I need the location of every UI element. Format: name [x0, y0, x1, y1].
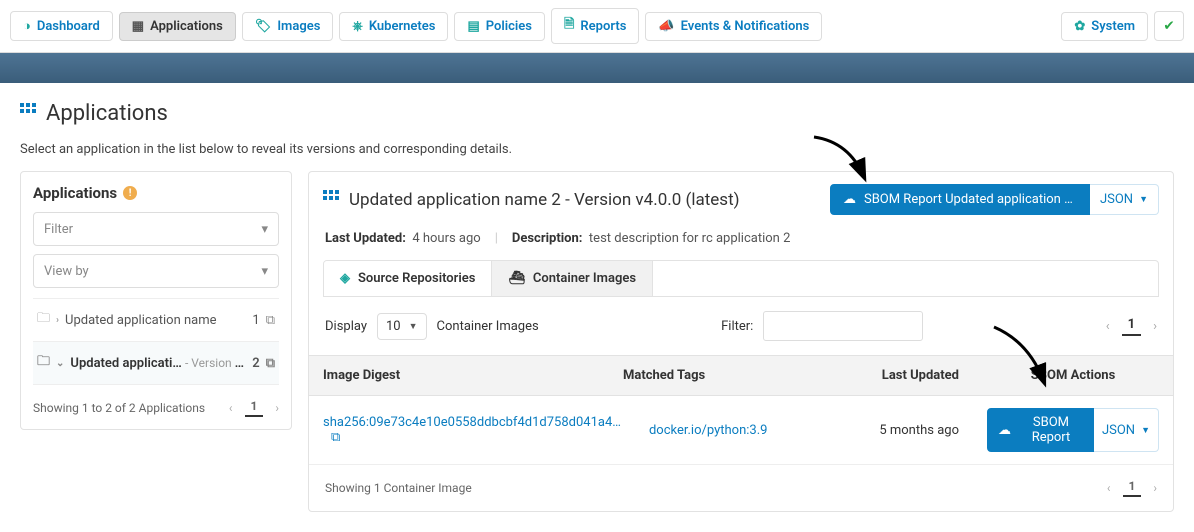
grid-icon: [323, 190, 339, 210]
pager-next[interactable]: ›: [275, 401, 279, 415]
copy-icon: ⧉: [266, 356, 275, 371]
nav-reports[interactable]: 🗎Reports: [551, 8, 639, 44]
grid-icon: ▦: [132, 19, 144, 34]
gear-icon: ✿: [1074, 19, 1085, 34]
chevron-down-icon: ▼: [409, 321, 418, 332]
app-row-selected[interactable]: 🗀 ⌄ Updated applicati… - Version v4.0.0 …: [33, 342, 279, 385]
table-header: Image Digest Matched Tags Last Updated S…: [309, 355, 1173, 396]
folder-icon: 🗀: [37, 309, 50, 331]
nav-system[interactable]: ✿System: [1061, 12, 1148, 41]
applications-sidebar: Applications ! Filter ▾ View by ▾ 🗀 › Up…: [20, 171, 292, 430]
row-sbom-button-group: ☁ SBOM Report JSON▼: [987, 408, 1159, 452]
megaphone-icon: 📣: [658, 19, 674, 34]
display-count-select[interactable]: 10▼: [377, 313, 427, 340]
cloud-download-icon: ☁: [998, 423, 1011, 438]
reports-icon: 🗎: [564, 15, 574, 37]
row-last-updated: 5 months ago: [853, 411, 973, 450]
pager-prev[interactable]: ‹: [229, 401, 233, 415]
copy-icon: ⧉: [266, 313, 275, 328]
folder-icon: 🗀: [37, 352, 50, 374]
dashboard-icon: ◑: [23, 18, 31, 34]
image-tag-link[interactable]: docker.io/python:3.9: [649, 423, 767, 438]
copy-icon[interactable]: ⧉: [331, 430, 340, 445]
table-pager-top: ‹ 1 ›: [1106, 317, 1157, 336]
main-meta: Last Updated: 4 hours ago | Description:…: [309, 227, 1173, 260]
sidebar-filter-input[interactable]: Filter ▾: [33, 212, 279, 246]
nav-images[interactable]: 🏷Images: [242, 12, 334, 41]
warning-icon: !: [123, 186, 137, 200]
images-table: Image Digest Matched Tags Last Updated S…: [309, 355, 1173, 465]
table-row: sha256:09e73c4e10e0558ddbcbf4d1d758d041a…: [309, 396, 1173, 465]
chevron-down-icon: ▼: [1141, 425, 1150, 436]
nav-dashboard[interactable]: ◑Dashboard: [10, 11, 113, 41]
app-row[interactable]: 🗀 › Updated application name 1 ⧉: [33, 299, 279, 342]
main-title: Updated application name 2 - Version v4.…: [349, 190, 820, 210]
sidebar-pager: ‹ 1 ›: [229, 399, 279, 417]
check-icon: ✔: [1163, 19, 1174, 34]
display-label: Display: [325, 319, 367, 334]
row-sbom-format-dropdown[interactable]: JSON▼: [1094, 408, 1159, 452]
sbom-format-dropdown[interactable]: JSON▼: [1090, 184, 1159, 215]
policies-icon: ▤: [467, 19, 479, 34]
tag-icon: 🏷: [255, 19, 272, 34]
sidebar-heading: Applications !: [33, 184, 279, 202]
diamond-icon: ◈: [340, 271, 350, 286]
kubernetes-icon: ⎈: [352, 19, 362, 34]
nav-policies[interactable]: ▤Policies: [454, 12, 545, 41]
nav-kubernetes[interactable]: ⎈Kubernetes: [339, 12, 448, 41]
table-pager-bottom: ‹ 1 ›: [1107, 479, 1157, 497]
pager-next[interactable]: ›: [1153, 319, 1157, 334]
container-icon: ⛴: [508, 271, 525, 286]
table-filter-input[interactable]: [763, 311, 923, 341]
main-panel: Updated application name 2 - Version v4.…: [308, 171, 1174, 512]
chevron-down-icon: ▼: [1139, 194, 1148, 205]
tab-source-repositories[interactable]: ◈Source Repositories: [324, 261, 492, 296]
pager-current: 1: [1123, 479, 1142, 497]
pager-current: 1: [245, 399, 264, 417]
chevron-down-icon: ⌄: [56, 358, 64, 369]
table-footer: Showing 1 Container Image ‹ 1 ›: [309, 465, 1173, 511]
cloud-download-icon: ☁: [843, 192, 856, 207]
page-title: Applications: [20, 101, 1174, 126]
row-sbom-report-button[interactable]: ☁ SBOM Report: [987, 408, 1094, 452]
pager-prev[interactable]: ‹: [1106, 319, 1110, 334]
filter-icon: ▾: [261, 222, 268, 237]
sidebar-footer-text: Showing 1 to 2 of 2 Applications: [33, 401, 205, 415]
pager-current: 1: [1122, 317, 1141, 336]
display-suffix: Container Images: [437, 319, 539, 334]
tab-container-images[interactable]: ⛴Container Images: [492, 261, 653, 296]
pager-next[interactable]: ›: [1153, 481, 1157, 495]
grid-icon: [20, 103, 36, 124]
chevron-right-icon: ›: [56, 315, 59, 326]
sbom-report-button[interactable]: ☁ SBOM Report Updated application name…: [830, 184, 1090, 215]
sbom-report-button-group: ☁ SBOM Report Updated application name… …: [830, 184, 1159, 215]
filter-label: Filter:: [721, 319, 753, 334]
pager-prev[interactable]: ‹: [1107, 481, 1111, 495]
image-digest-link[interactable]: sha256:09e73c4e10e0558ddbcbf4d1d758d041a…: [323, 415, 621, 430]
nav-applications[interactable]: ▦Applications: [119, 12, 236, 41]
chevron-down-icon: ▾: [261, 264, 268, 279]
page-subtitle: Select an application in the list below …: [20, 142, 1174, 157]
nav-events[interactable]: 📣Events & Notifications: [645, 12, 822, 41]
sidebar-viewby-select[interactable]: View by ▾: [33, 254, 279, 288]
main-tabs: ◈Source Repositories ⛴Container Images: [323, 260, 1159, 297]
status-ok-button[interactable]: ✔: [1154, 11, 1184, 41]
top-nav: ◑Dashboard ▦Applications 🏷Images ⎈Kubern…: [0, 0, 1194, 53]
page: Applications Select an application in th…: [0, 83, 1194, 532]
banner: [0, 53, 1194, 83]
table-toolbar: Display 10▼ Container Images Filter: ‹ 1…: [309, 297, 1173, 355]
